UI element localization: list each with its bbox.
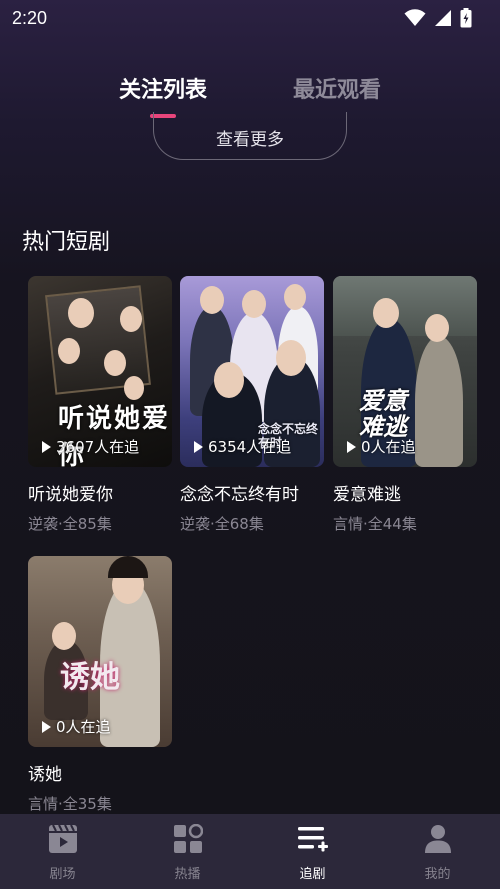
poster-title-art: 爱意难逃 <box>359 386 407 441</box>
nav-item-me[interactable]: 我的 <box>375 814 500 889</box>
poster-title-art: 诱她 <box>60 660 120 695</box>
signal-icon <box>435 10 451 26</box>
drama-meta: 逆袭·全68集 <box>180 515 264 533</box>
poster-face <box>68 298 94 328</box>
person-icon <box>422 823 454 855</box>
poster-face <box>120 306 142 332</box>
drama-meta: 逆袭·全85集 <box>28 515 112 533</box>
wifi-icon <box>404 9 426 26</box>
drama-card[interactable]: 念念不忘终有时 6354人在追 念念不忘终有时 逆袭·全68集 <box>180 276 324 534</box>
drama-title[interactable]: 爱意难逃 <box>333 480 477 505</box>
play-icon <box>42 720 51 733</box>
drama-title[interactable]: 诱她 <box>28 760 172 785</box>
drama-title[interactable]: 念念不忘终有时 <box>180 480 324 505</box>
status-bar: 2:20 <box>0 0 500 36</box>
view-more-button[interactable]: 查看更多 <box>153 112 347 160</box>
drama-poster[interactable]: 诱她 0人在追 <box>28 556 172 747</box>
poster-face <box>242 290 266 318</box>
viewer-count-label: 3607人在追 <box>56 438 140 456</box>
nav-label: 热播 <box>174 867 201 882</box>
poster-face <box>124 376 144 400</box>
poster-face <box>425 314 449 342</box>
view-more-label: 查看更多 <box>216 130 284 150</box>
drama-card[interactable]: 诱她 0人在追 诱她 言情·全35集 <box>28 556 172 814</box>
nav-item-hot[interactable]: 热播 <box>125 814 250 889</box>
poster-face <box>104 350 126 376</box>
drama-poster[interactable]: 爱意难逃 0人在追 <box>333 276 477 467</box>
viewer-count-label: 6354人在追 <box>208 438 292 456</box>
viewer-count: 6354人在追 <box>194 436 291 457</box>
drama-title[interactable]: 听说她爱你 <box>28 480 172 505</box>
theater-icon <box>47 823 79 855</box>
poster-background <box>333 276 477 336</box>
battery-icon <box>460 8 472 28</box>
poster-hair <box>108 556 148 578</box>
play-icon <box>347 440 356 453</box>
drama-meta: 言情·全44集 <box>333 515 417 533</box>
section-title: 热门短剧 <box>22 230 111 255</box>
poster-face <box>58 338 80 364</box>
playlist-add-icon <box>297 823 329 855</box>
nav-label: 追剧 <box>299 867 326 882</box>
tab-following[interactable]: 关注列表 <box>118 72 207 118</box>
nav-label: 我的 <box>424 867 451 882</box>
nav-label: 剧场 <box>49 867 76 882</box>
grid-icon <box>172 823 204 855</box>
drama-card[interactable]: 爱意难逃 0人在追 爱意难逃 言情·全44集 <box>333 276 477 534</box>
status-icons <box>404 8 472 28</box>
drama-poster[interactable]: 念念不忘终有时 6354人在追 <box>180 276 324 467</box>
tab-following-label: 关注列表 <box>118 78 207 103</box>
poster-face <box>214 362 244 398</box>
drama-meta: 言情·全35集 <box>28 795 112 813</box>
viewer-count: 0人在追 <box>347 436 416 457</box>
tab-recent[interactable]: 最近观看 <box>293 72 381 112</box>
status-time: 2:20 <box>12 7 48 28</box>
nav-item-theater[interactable]: 剧场 <box>0 814 125 889</box>
viewer-count: 0人在追 <box>42 716 111 737</box>
drama-card[interactable]: 听说她爱你 3607人在追 听说她爱你 逆袭·全85集 <box>28 276 172 534</box>
poster-face <box>200 286 224 314</box>
top-tabs: 关注列表 最近观看 <box>0 72 500 118</box>
nav-item-following[interactable]: 追剧 <box>250 814 375 889</box>
drama-poster[interactable]: 听说她爱你 3607人在追 <box>28 276 172 467</box>
play-icon <box>194 440 203 453</box>
poster-face <box>284 284 306 310</box>
bottom-nav: 剧场 热播 追剧 我的 <box>0 814 500 889</box>
poster-face <box>52 622 76 650</box>
viewer-count: 3607人在追 <box>42 436 139 457</box>
poster-face <box>276 340 306 376</box>
viewer-count-label: 0人在追 <box>361 438 416 456</box>
play-icon <box>42 440 51 453</box>
poster-face <box>373 298 399 328</box>
viewer-count-label: 0人在追 <box>56 718 111 736</box>
tab-recent-label: 最近观看 <box>293 78 382 103</box>
